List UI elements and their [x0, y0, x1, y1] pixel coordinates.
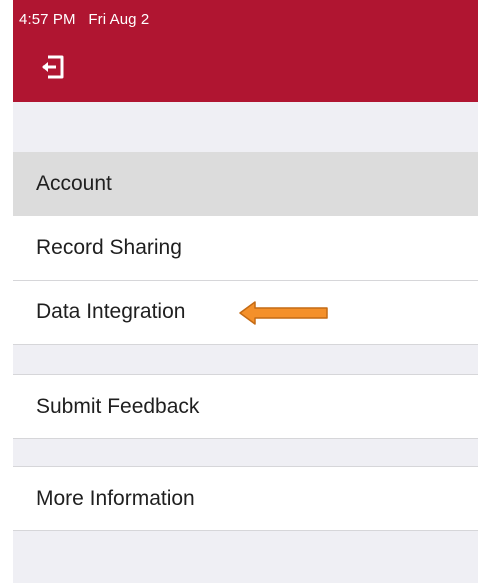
menu-item-label: Data Integration [36, 300, 186, 323]
logout-door-icon [42, 55, 64, 79]
section-header-account: Account [13, 152, 478, 216]
left-margin [0, 0, 13, 583]
divider [13, 530, 478, 531]
menu-item-label: More Information [36, 487, 195, 510]
orange-arrow-icon [239, 301, 328, 325]
app-header: 4:57 PM Fri Aug 2 [13, 0, 478, 102]
logout-button[interactable] [38, 52, 68, 82]
settings-list: Account Record Sharing Data Integration … [13, 102, 478, 583]
app-frame: 4:57 PM Fri Aug 2 Account Record Sharing… [0, 0, 478, 583]
divider [13, 438, 478, 439]
menu-item-label: Submit Feedback [36, 395, 200, 418]
status-time-value: 4:57 PM [19, 11, 76, 28]
menu-item-more-information[interactable]: More Information [13, 467, 478, 530]
menu-item-record-sharing[interactable]: Record Sharing [13, 216, 478, 280]
status-date-value: Fri Aug 2 [88, 11, 150, 28]
divider [13, 344, 478, 345]
menu-item-submit-feedback[interactable]: Submit Feedback [13, 375, 478, 438]
section-header-label: Account [36, 172, 112, 195]
status-bar-time: 4:57 PM Fri Aug 2 [19, 11, 149, 28]
menu-item-label: Record Sharing [36, 236, 182, 259]
